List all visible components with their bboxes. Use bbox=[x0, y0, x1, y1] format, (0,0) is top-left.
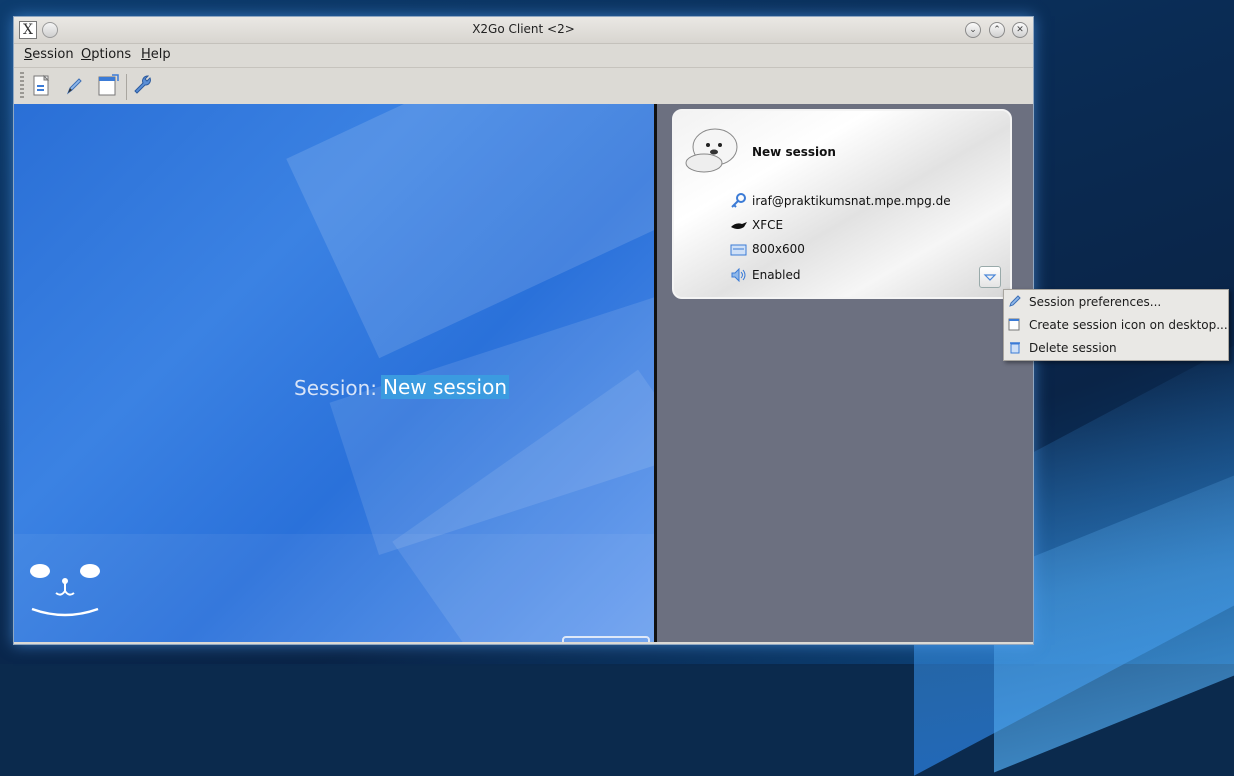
trash-icon bbox=[1008, 340, 1022, 354]
window-title: X2Go Client <2> bbox=[472, 22, 575, 36]
seal-avatar bbox=[684, 125, 742, 175]
new-session-icon[interactable] bbox=[30, 74, 54, 98]
menu-bar: Session Options Help bbox=[14, 44, 1033, 66]
title-bar[interactable]: X X2Go Client <2> ⌄ ⌃ ✕ bbox=[14, 17, 1033, 44]
x2go-mascot-logo bbox=[28, 559, 102, 621]
menu-item-delete-session[interactable]: Delete session bbox=[1004, 337, 1228, 359]
key-icon bbox=[730, 193, 748, 208]
menu-help-label: elp bbox=[150, 47, 171, 62]
session-card-title: New session bbox=[752, 145, 836, 159]
chevron-down-icon bbox=[983, 274, 997, 281]
toolbar bbox=[14, 67, 1033, 105]
menu-item-label: Session preferences... bbox=[1029, 295, 1162, 309]
menu-options-mnemonic: O bbox=[81, 47, 92, 62]
session-desktop-icon-icon[interactable] bbox=[96, 74, 120, 98]
toolbar-separator bbox=[126, 74, 127, 100]
session-desktop-type: XFCE bbox=[752, 218, 784, 232]
menu-session[interactable]: Session bbox=[24, 47, 74, 62]
menu-help[interactable]: Help bbox=[141, 47, 171, 62]
edit-session-icon[interactable] bbox=[62, 74, 86, 98]
pencil-icon bbox=[1008, 294, 1022, 308]
menu-session-label: ession bbox=[32, 47, 74, 62]
minimize-button[interactable]: ⌄ bbox=[965, 22, 981, 38]
display-icon bbox=[730, 243, 748, 257]
x2go-client-window: X X2Go Client <2> ⌄ ⌃ ✕ Session Options … bbox=[13, 16, 1229, 645]
session-card[interactable]: New session iraf@praktikumsnat.mpe.mpg.d… bbox=[672, 109, 1012, 299]
background-ray bbox=[14, 534, 654, 642]
session-sound: Enabled bbox=[752, 268, 801, 282]
menu-item-session-preferences[interactable]: Session preferences... bbox=[1004, 291, 1228, 313]
logo-letter-x: X bbox=[594, 638, 648, 642]
menu-options-label: ptions bbox=[91, 47, 132, 62]
xfce-mouse-icon bbox=[730, 219, 748, 233]
menu-item-label: Create session icon on desktop... bbox=[1029, 318, 1228, 332]
session-geometry: 800x600 bbox=[752, 242, 805, 256]
close-button[interactable]: ✕ bbox=[1012, 22, 1028, 38]
menu-item-label: Delete session bbox=[1029, 341, 1117, 355]
session-server: iraf@praktikumsnat.mpe.mpg.de bbox=[752, 194, 951, 208]
menu-options[interactable]: Options bbox=[81, 47, 131, 62]
preferences-wrench-icon[interactable] bbox=[132, 74, 156, 98]
x2go-x-logo: X bbox=[562, 636, 650, 642]
desktop-shortcut-icon bbox=[1008, 317, 1022, 331]
maximize-button[interactable]: ⌃ bbox=[989, 22, 1005, 38]
session-label: Session: bbox=[294, 376, 378, 400]
menu-help-mnemonic: H bbox=[141, 47, 151, 62]
menu-item-create-desktop-icon[interactable]: Create session icon on desktop... bbox=[1004, 314, 1228, 336]
session-actions-dropdown[interactable] bbox=[979, 266, 1001, 288]
session-context-menu: Session preferences... Create session ic… bbox=[1003, 289, 1229, 361]
toolbar-grip-handle[interactable] bbox=[20, 72, 24, 100]
session-name-selected[interactable]: New session bbox=[381, 375, 510, 399]
session-preview-pane: Session: New session X bbox=[14, 104, 654, 642]
speaker-icon bbox=[730, 267, 748, 283]
